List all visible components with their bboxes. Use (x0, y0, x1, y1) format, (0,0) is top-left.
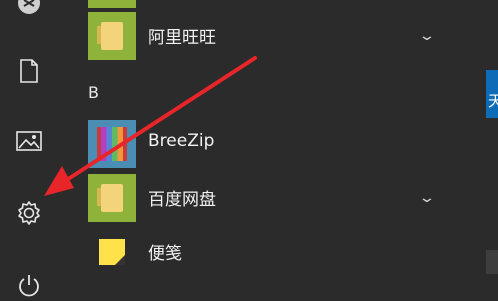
sticky-note-icon (88, 228, 136, 276)
start-menu-rail (0, 0, 60, 301)
app-list: 阿里旺旺 ⌄ B BreeZip 百度网盘 ⌄ 便笺 (60, 0, 465, 301)
folder-icon (88, 12, 136, 60)
tile-label: 天 (488, 92, 498, 110)
breezip-icon (88, 120, 136, 168)
power-icon[interactable] (14, 270, 44, 300)
pictures-icon[interactable] (14, 127, 44, 157)
app-label: BreeZip (148, 131, 215, 151)
list-item[interactable] (88, 0, 458, 12)
app-label: 便笺 (148, 244, 182, 264)
user-avatar-icon[interactable] (14, 0, 44, 18)
app-label: 百度网盘 (148, 190, 216, 210)
app-item-aliwangwang[interactable]: 阿里旺旺 ⌄ (88, 12, 458, 64)
chevron-down-icon[interactable]: ⌄ (418, 28, 436, 44)
document-icon[interactable] (14, 56, 44, 86)
pinned-tile-partial[interactable] (486, 250, 498, 274)
app-tile (88, 0, 136, 8)
pinned-tile-partial[interactable]: 天 (486, 70, 498, 118)
app-label: 阿里旺旺 (148, 28, 216, 48)
section-header-b[interactable]: B (88, 83, 99, 102)
app-item-breezip[interactable]: BreeZip (88, 120, 458, 172)
chevron-down-icon[interactable]: ⌄ (418, 190, 436, 206)
folder-icon (88, 174, 136, 222)
app-item-baidu-netdisk[interactable]: 百度网盘 ⌄ (88, 174, 458, 226)
settings-gear-icon[interactable] (14, 198, 44, 228)
app-item-sticky-notes[interactable]: 便笺 (88, 228, 458, 280)
